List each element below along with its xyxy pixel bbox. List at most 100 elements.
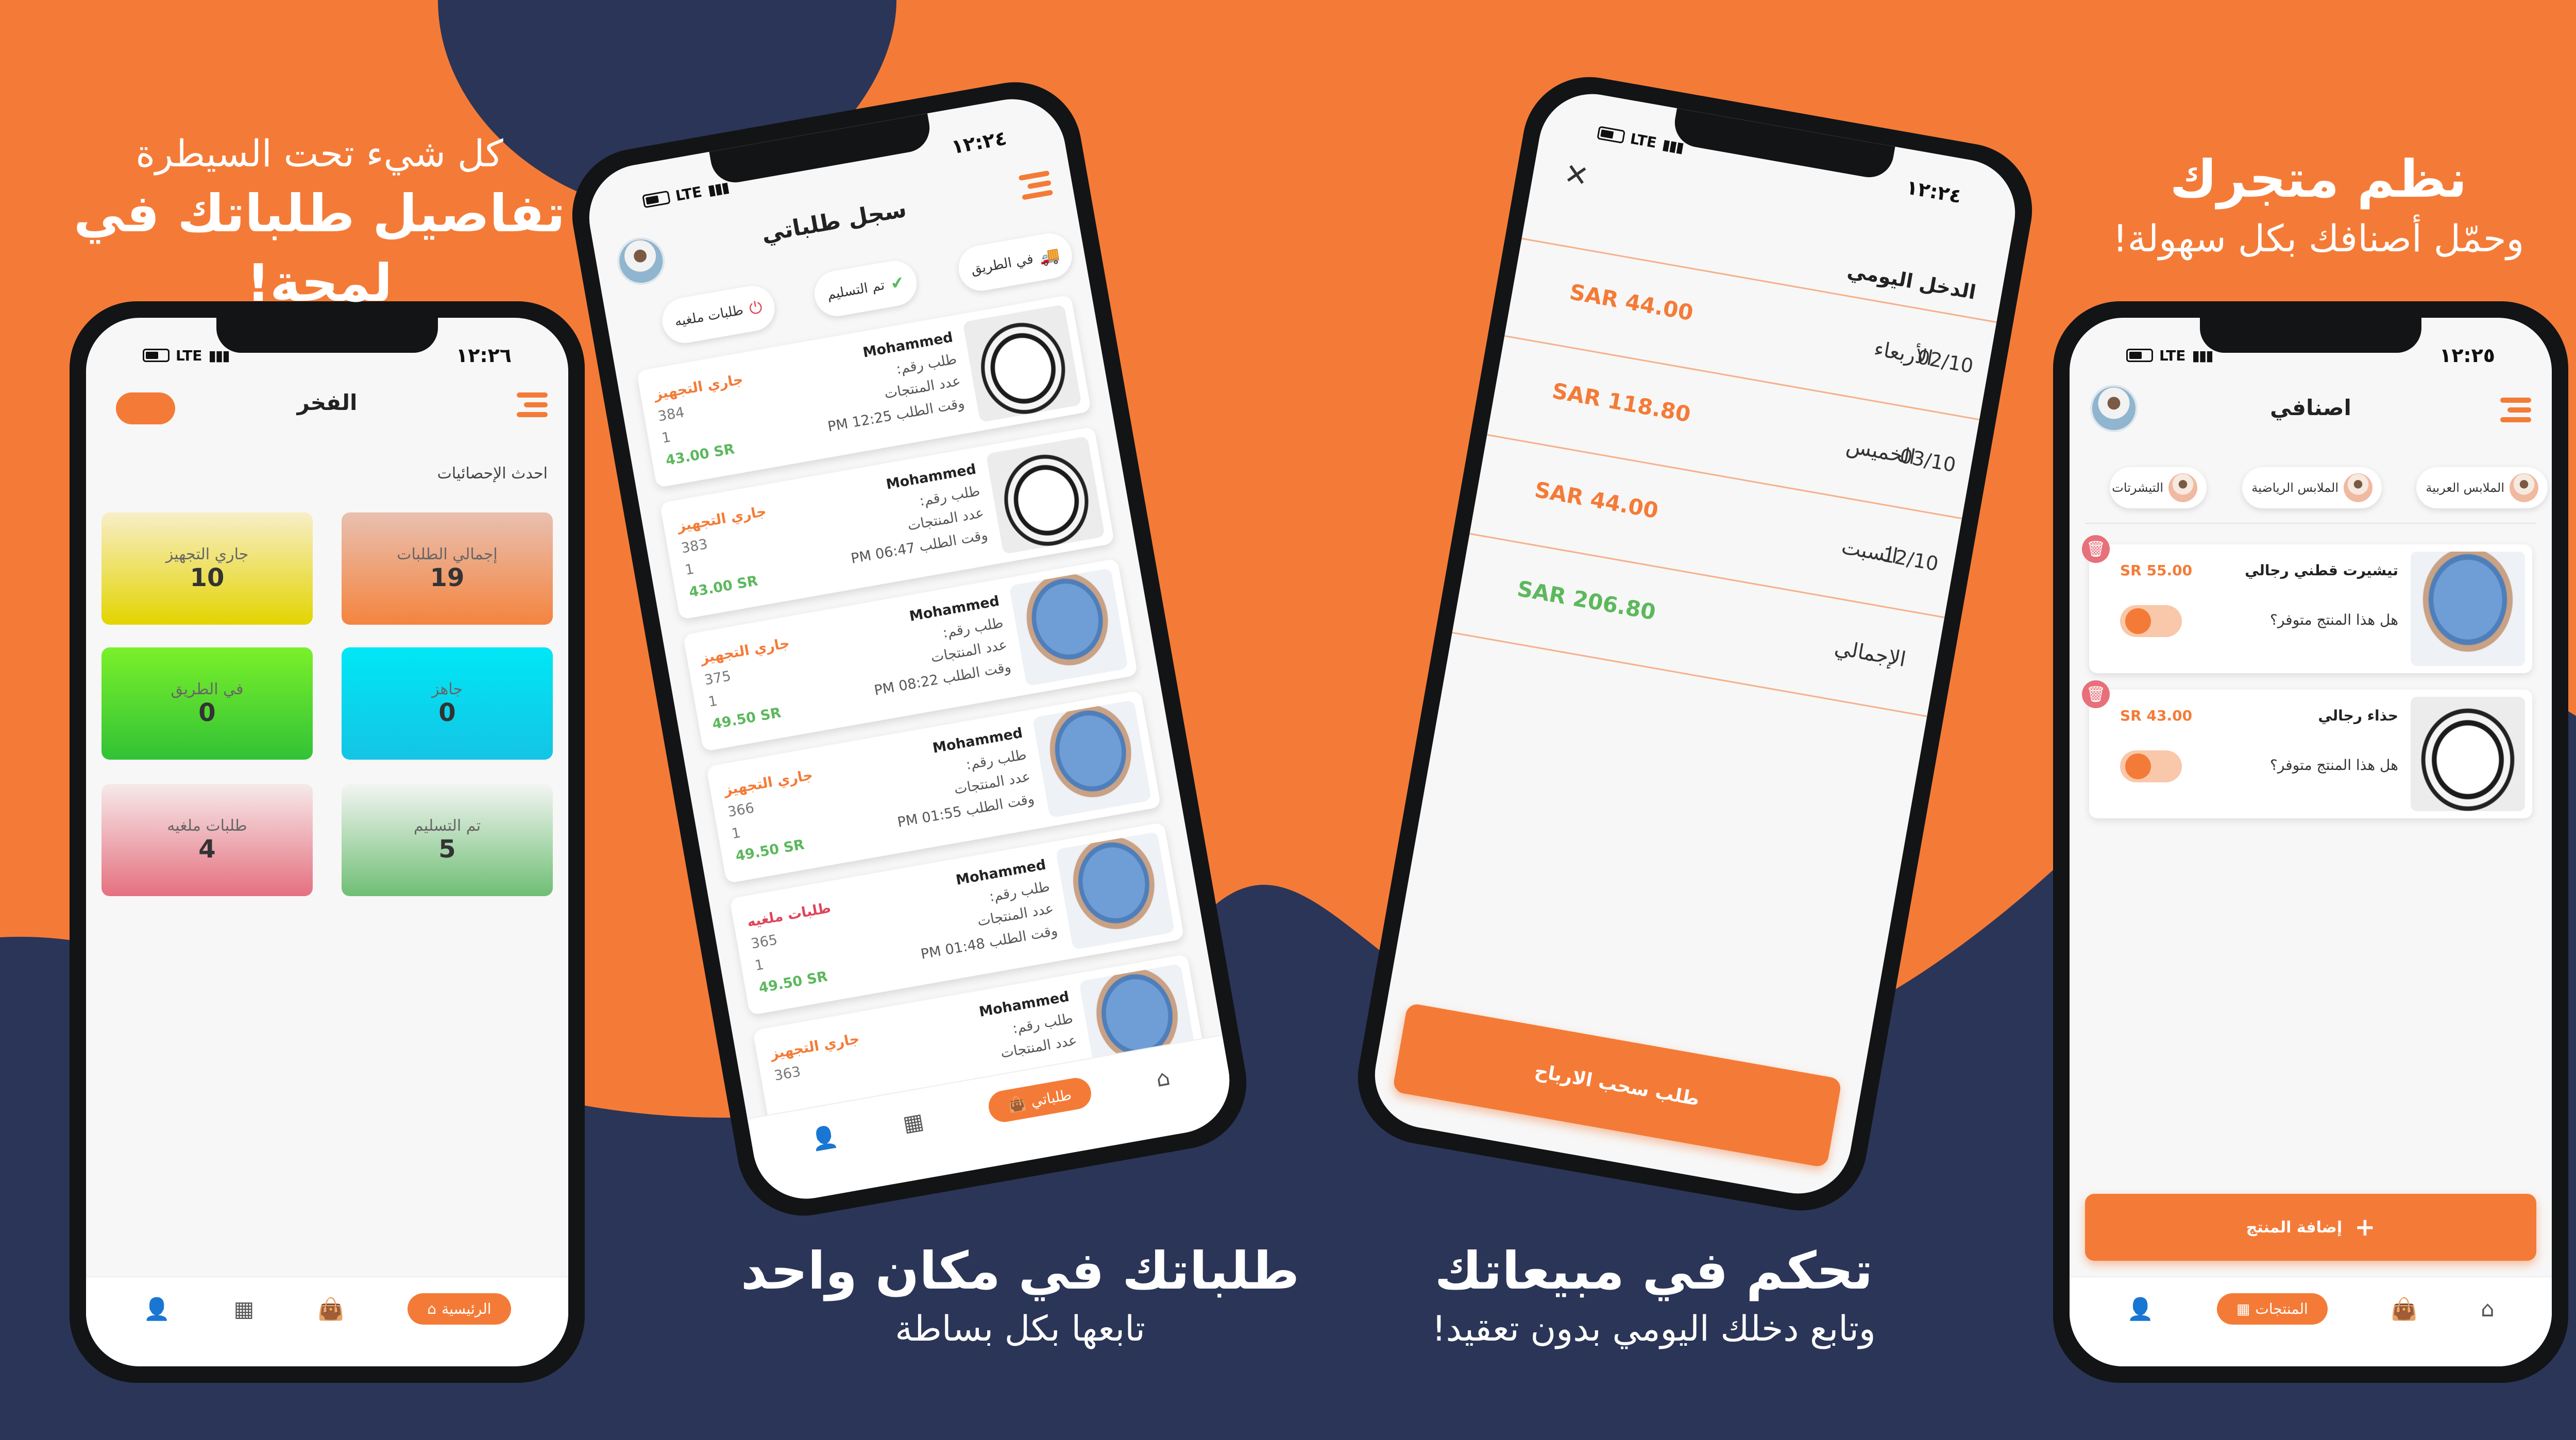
category-chip-arabic[interactable]: الملابس العربية	[2416, 467, 2548, 508]
product-thumbnail	[962, 304, 1082, 423]
battery-icon	[2126, 349, 2153, 362]
category-chip-sports[interactable]: الملابس الرياضية	[2242, 467, 2382, 508]
page-title: اصنافي	[2270, 395, 2351, 420]
battery-icon	[1597, 126, 1626, 144]
stat-card-delivered[interactable]: تم التسليم 5	[342, 784, 553, 896]
lte-label: LTE	[674, 183, 703, 204]
lte-label: LTE	[176, 347, 202, 364]
menu-icon[interactable]	[517, 392, 548, 417]
filter-on-way[interactable]: 🚚 في الطريق	[955, 230, 1076, 295]
signal-icon: ▮▮▮	[1661, 135, 1685, 156]
stat-card-cancelled[interactable]: طلبات ملغيه 4	[101, 784, 313, 896]
stat-value: 19	[430, 563, 465, 592]
order-values: جاري التجهيز 363	[769, 1028, 865, 1087]
store-name: الفخر	[297, 390, 358, 415]
status-time: ١٢:٢٦	[456, 344, 512, 367]
add-product-label: إضافة المنتج	[2246, 1218, 2343, 1237]
availability-toggle[interactable]	[2120, 605, 2182, 637]
product-card[interactable]: تيشيرت قطني رجالي 55.00 SR هل هذا المنتج…	[2082, 535, 2532, 673]
battery-icon	[642, 190, 671, 209]
menu-icon[interactable]	[1018, 170, 1054, 200]
stat-card-ready[interactable]: جاهز 0	[342, 647, 553, 760]
section-3-text: تحكم في مبيعاتك وتابع دخلك اليومي بدون ت…	[1319, 1236, 1989, 1353]
stat-label: جاري التجهيز	[165, 545, 249, 563]
stat-card-preparing[interactable]: جاري التجهيز 10	[101, 512, 313, 625]
nav-bag-icon[interactable]: 👜	[317, 1296, 344, 1322]
power-icon: ⏻	[747, 297, 764, 319]
stat-card-on-way[interactable]: في الطريق 0	[101, 647, 313, 760]
order-details: Mohammed طلب رقم: عدد المنتجات	[977, 986, 1079, 1067]
nav-orders-button[interactable]: 👜 طلباتي	[986, 1075, 1094, 1125]
filter-cancelled[interactable]: ⏻ طلبات ملغيه	[658, 282, 778, 347]
nav-profile-icon[interactable]: 👤	[809, 1123, 840, 1153]
section-3-subtitle: وتابع دخلك اليومي بدون تعقيد!	[1432, 1309, 1876, 1349]
network-indicator: LTE ▮▮▮	[2126, 347, 2214, 364]
lte-label: LTE	[2159, 347, 2186, 364]
nav-home-icon[interactable]: ⌂	[2481, 1296, 2495, 1322]
nav-profile-icon[interactable]: 👤	[143, 1296, 170, 1322]
category-label: الملابس العربية	[2426, 481, 2504, 495]
availability-question: هل هذا المنتج متوفر؟	[2270, 757, 2398, 774]
page-title: الدخل اليومي	[1845, 259, 1978, 304]
category-avatar	[2168, 473, 2197, 502]
section-1-text: كل شيء تحت السيطرة تفاصيل طلباتك في لمحة…	[10, 129, 629, 318]
section-4-subtitle: وحمّل أصنافك بكل سهولة!	[2112, 217, 2524, 260]
row-day: السبت	[1839, 535, 1900, 569]
category-label: التيشرتات	[2112, 481, 2163, 495]
nav-profile-icon[interactable]: 👤	[2127, 1296, 2154, 1322]
filter-label: تم التسليم	[826, 277, 886, 303]
nav-products-button[interactable]: ▦ المنتجات	[2217, 1293, 2328, 1325]
withdraw-label: طلب سحب الارباح	[1533, 1060, 1701, 1110]
close-icon[interactable]: ✕	[1562, 157, 1591, 194]
stat-label: تم التسليم	[413, 816, 481, 835]
signal-icon: ▮▮▮	[2192, 347, 2213, 364]
category-avatar	[2344, 473, 2372, 502]
product-image	[2411, 697, 2525, 811]
order-details: Mohammed طلب رقم: عدد المنتجات وقت الطلب PM…	[884, 722, 1036, 834]
status-bar: LTE ▮▮▮ ١٢:٢٦	[143, 341, 512, 369]
order-values: جاري التجهيز 375 1 49.50 SR	[699, 632, 803, 735]
network-indicator: LTE ▮▮▮	[143, 347, 230, 364]
status-time: ١٢:٢٥	[2439, 344, 2495, 367]
section-4-text: نظم متجرك وحمّل أصنافك بكل سهولة!	[2009, 144, 2576, 264]
order-values: جاري التجهيز 383 1 43.00 SR	[675, 501, 779, 604]
category-chip-tshirts[interactable]: التيشرتات	[2110, 467, 2207, 508]
nav-grid-icon[interactable]: ▦	[901, 1108, 926, 1137]
section-2-title: طلباتك في مكان واحد	[740, 1241, 1300, 1301]
row-amount: 118.80 SAR	[1550, 378, 1693, 427]
stat-value: 5	[438, 834, 456, 864]
phone-products: LTE ▮▮▮ ١٢:٢٥ اصنافي الملابس العربية المل…	[2053, 301, 2568, 1383]
section-2-text: طلباتك في مكان واحد تابعها بكل بساطة	[711, 1236, 1329, 1353]
truck-icon: 🚚	[1037, 245, 1061, 268]
withdraw-profits-button[interactable]: طلب سحب الارباح	[1392, 1002, 1842, 1168]
order-details: Mohammed طلب رقم: عدد المنتجات وقت الطلب PM…	[861, 590, 1013, 702]
order-details: Mohammed طلب رقم: عدد المنتجات وقت الطلب PM…	[838, 458, 990, 570]
row-amount: 44.00 SAR	[1533, 476, 1660, 524]
product-price: 43.00 SR	[2120, 707, 2193, 724]
category-label: الملابس الرياضية	[2251, 481, 2338, 495]
trash-icon[interactable]: 🗑	[2082, 535, 2110, 563]
lte-label: LTE	[1629, 130, 1658, 151]
category-avatar	[2510, 473, 2538, 502]
product-thumbnail	[1055, 831, 1175, 950]
category-divider	[2085, 523, 2536, 524]
filter-delivered[interactable]: ✔ تم التسليم	[811, 257, 921, 320]
nav-bag-icon[interactable]: 👜	[2391, 1296, 2417, 1322]
nav-grid-icon[interactable]: ▦	[234, 1296, 255, 1322]
nav-orders-label: طلباتي	[1029, 1086, 1073, 1110]
nav-home-icon[interactable]: ⌂	[1154, 1065, 1172, 1092]
products-screen: LTE ▮▮▮ ١٢:٢٥ اصنافي الملابس العربية المل…	[2070, 318, 2552, 1366]
stat-label: جاهز	[431, 680, 463, 698]
nav-home-button[interactable]: ⌂ الرئيسية	[408, 1293, 511, 1325]
product-card[interactable]: حذاء رجالي 43.00 SR هل هذا المنتج متوفر؟…	[2082, 680, 2532, 818]
phone-dashboard: LTE ▮▮▮ ١٢:٢٦ الفخر احدث الإحصائيات إجمال…	[70, 301, 585, 1383]
section-1-subtitle: كل شيء تحت السيطرة	[135, 132, 503, 175]
trash-icon[interactable]: 🗑	[2082, 680, 2110, 708]
availability-toggle[interactable]	[2120, 750, 2182, 782]
stat-card-total[interactable]: إجمالي الطلبات 19	[342, 512, 553, 625]
add-product-button[interactable]: إضافة المنتج +	[2085, 1194, 2536, 1261]
order-details: Mohammed طلب رقم: عدد المنتجات وقت الطلب PM…	[815, 327, 967, 438]
menu-icon[interactable]	[2500, 398, 2531, 422]
order-values: طلبات ملغيه 365 1 49.50 SR	[745, 897, 844, 999]
status-bar: LTE ▮▮▮ ١٢:٢٥	[2126, 341, 2495, 369]
